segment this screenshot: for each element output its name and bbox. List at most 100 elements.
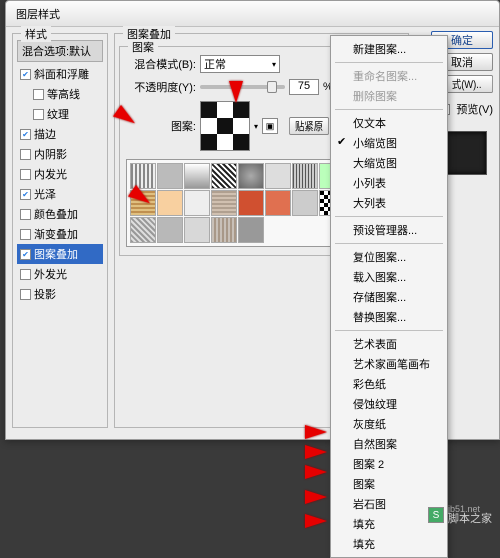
pattern-thumb[interactable] [211,217,237,243]
pattern-thumb[interactable] [292,163,318,189]
effect-contour[interactable]: 等高线 [17,84,103,104]
separator [335,62,443,63]
blend-mode-select[interactable]: 正常▾ [200,55,280,73]
slider-thumb[interactable] [267,81,277,93]
menu-patterns-2[interactable]: 图案 2 [331,454,447,474]
pattern-flyout-menu: 新建图案... 重命名图案... 删除图案 仅文本 小缩览图 大缩览图 小列表 … [330,35,448,558]
pattern-thumb[interactable] [157,163,183,189]
menu-color-paper[interactable]: 彩色纸 [331,374,447,394]
pattern-thumb[interactable] [211,190,237,216]
effect-inner-glow[interactable]: 内发光 [17,164,103,184]
checkbox-icon[interactable] [20,189,31,200]
watermark-text: 脚本之家 [448,514,492,525]
separator [335,330,443,331]
separator [335,109,443,110]
pattern-thumb[interactable] [238,217,264,243]
menu-artist-canvas[interactable]: 艺术家画笔画布 [331,354,447,374]
menu-text-only[interactable]: 仅文本 [331,113,447,133]
pattern-thumb[interactable] [157,190,183,216]
titlebar[interactable]: 图层样式 [6,1,499,27]
pattern-thumb[interactable] [265,190,291,216]
annotation-arrow-icon [305,490,327,504]
checkbox-icon[interactable] [33,89,44,100]
menu-save-patterns[interactable]: 存储图案... [331,287,447,307]
annotation-arrow-icon [305,445,327,459]
pattern-thumb[interactable] [238,163,264,189]
pattern-thumb[interactable] [184,190,210,216]
annotation-arrow-icon [305,425,327,439]
checkbox-icon[interactable] [20,289,31,300]
menu-preset-manager[interactable]: 预设管理器... [331,220,447,240]
checkbox-icon[interactable] [20,269,31,280]
new-style-button[interactable]: 式(W).. [440,75,493,93]
menu-delete-pattern: 删除图案 [331,86,447,106]
chevron-down-icon: ▾ [272,60,276,69]
styles-panel-title: 样式 [21,26,51,42]
effect-inner-shadow[interactable]: 内阴影 [17,144,103,164]
chevron-down-icon[interactable]: ▾ [254,122,258,131]
watermark-icon: S [428,507,444,523]
pattern-thumb[interactable] [238,190,264,216]
pattern-thumb[interactable] [184,163,210,189]
window-title: 图层样式 [16,9,60,21]
menu-fill-2[interactable]: 填充 [331,534,447,554]
pattern-thumb[interactable] [184,217,210,243]
separator [335,216,443,217]
menu-rename-pattern: 重命名图案... [331,66,447,86]
annotation-arrow-icon [229,81,243,103]
menu-art-surface[interactable]: 艺术表面 [331,334,447,354]
checkbox-icon[interactable] [33,109,44,120]
menu-reset-patterns[interactable]: 复位图案... [331,247,447,267]
effect-bevel[interactable]: 斜面和浮雕 [17,64,103,84]
effect-stroke[interactable]: 描边 [17,124,103,144]
pattern-thumb[interactable] [157,217,183,243]
pattern-thumb[interactable] [292,190,318,216]
pattern-thumb[interactable] [265,163,291,189]
menu-nature-patterns[interactable]: 自然图案 [331,434,447,454]
preview-label: 预览(V) [456,101,493,117]
checkbox-icon[interactable] [20,149,31,160]
menu-small-thumb[interactable]: 小缩览图 [331,133,447,153]
pattern-grid [130,163,355,243]
menu-patterns[interactable]: 图案 [331,474,447,494]
menu-load-patterns[interactable]: 载入图案... [331,267,447,287]
pattern-thumb[interactable] [130,163,156,189]
effect-outer-glow[interactable]: 外发光 [17,264,103,284]
snap-origin-button[interactable]: 贴紧原 [289,117,329,135]
pattern-thumb[interactable] [211,163,237,189]
pattern-thumb[interactable] [130,217,156,243]
menu-new-pattern[interactable]: 新建图案... [331,39,447,59]
style-effects-list: 斜面和浮雕 等高线 纹理 描边 内阴影 内发光 光泽 颜色叠加 渐变叠加 图案叠… [17,64,103,304]
effect-texture[interactable]: 纹理 [17,104,103,124]
menu-small-list[interactable]: 小列表 [331,173,447,193]
opacity-label: 不透明度(Y): [126,79,196,95]
effect-pattern-overlay[interactable]: 图案叠加 [17,244,103,264]
checkbox-icon[interactable] [20,129,31,140]
checkbox-icon[interactable] [20,209,31,220]
checkbox-icon[interactable] [20,249,31,260]
watermark: S jb51.net 脚本之家 [428,505,492,525]
menu-large-list[interactable]: 大列表 [331,193,447,213]
effect-color-overlay[interactable]: 颜色叠加 [17,204,103,224]
opacity-value[interactable]: 75 [289,79,319,95]
checkbox-icon[interactable] [20,229,31,240]
new-preset-icon[interactable]: ▣ [262,118,278,134]
separator [335,243,443,244]
checkbox-icon[interactable] [20,169,31,180]
menu-large-thumb[interactable]: 大缩览图 [331,153,447,173]
menu-replace-patterns[interactable]: 替换图案... [331,307,447,327]
effect-gradient-overlay[interactable]: 渐变叠加 [17,224,103,244]
blend-options-header[interactable]: 混合选项:默认 [17,40,103,62]
blend-mode-label: 混合模式(B): [126,56,196,72]
menu-erosion[interactable]: 侵蚀纹理 [331,394,447,414]
effect-satin[interactable]: 光泽 [17,184,103,204]
styles-panel: 样式 混合选项:默认 斜面和浮雕 等高线 纹理 描边 内阴影 内发光 光泽 颜色… [12,33,108,428]
checkbox-icon[interactable] [20,69,31,80]
annotation-arrow-icon [305,514,327,528]
pattern-swatch[interactable] [200,101,250,151]
effect-drop-shadow[interactable]: 投影 [17,284,103,304]
preview-thumbnail [443,131,487,175]
annotation-arrow-icon [305,465,327,479]
menu-gray-paper[interactable]: 灰度纸 [331,414,447,434]
pattern-group-title: 图案 [128,39,158,55]
